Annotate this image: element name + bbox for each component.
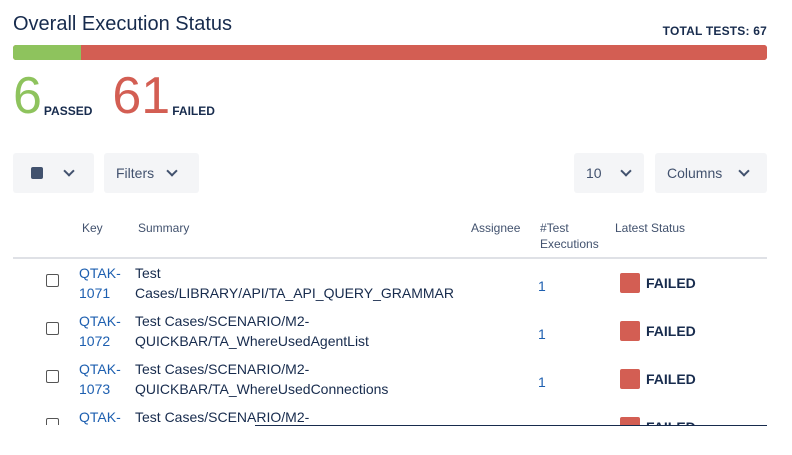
chevron-down-icon [619,165,632,177]
test-executions-link[interactable]: 1 [538,276,546,296]
issue-key-link[interactable]: QTAK- [79,407,123,427]
row-checkbox[interactable] [46,370,59,383]
status-text: FAILED [646,275,696,291]
table-row: QTAK-1071 Test Cases/LIBRARY/API/TA_API_… [0,263,792,311]
select-all-dropdown[interactable] [13,153,94,193]
progress-passed-segment [13,45,81,60]
page-title: Overall Execution Status [13,13,232,35]
status-badge: FAILED [620,321,696,341]
test-executions-link[interactable]: 1 [538,324,546,344]
row-summary: Test Cases/LIBRARY/API/TA_API_QUERY_GRAM… [135,265,454,301]
row-summary: Test Cases/SCENARIO/M2-QUICKBAR/TA_Where… [135,313,369,349]
columns-button[interactable]: Columns [655,153,767,193]
header-divider [13,257,767,259]
column-header-key[interactable]: Key [82,220,103,236]
filters-label: Filters [116,165,155,181]
status-badge: FAILED [620,273,696,293]
table-row: QTAK-1073 Test Cases/SCENARIO/M2-QUICKBA… [0,359,792,407]
row-checkbox[interactable] [46,322,59,335]
filters-button[interactable]: Filters [104,153,199,193]
failed-count: 61 [112,67,171,125]
progress-failed-segment [80,45,767,60]
passed-count: 6 [13,67,42,125]
chevron-down-icon [63,165,75,177]
failed-status-swatch [620,369,640,389]
viewport-crop-mask [0,425,792,437]
checkbox-square-icon [31,167,43,179]
issue-key-link[interactable]: QTAK-1071 [79,263,123,303]
status-text: FAILED [646,323,696,339]
page-size-select[interactable]: 10 [574,153,644,193]
column-header-summary[interactable]: Summary [138,220,189,236]
issue-key-link[interactable]: QTAK-1073 [79,359,123,399]
columns-label: Columns [667,165,723,181]
column-header-executions[interactable]: #Test Executions [540,220,604,252]
row-checkbox[interactable] [46,274,59,287]
issue-key-link[interactable]: QTAK-1072 [79,311,123,351]
failed-label: FAILED [172,104,215,118]
execution-counts: 6 PASSED 61 FAILED [13,70,215,122]
total-tests-label: TOTAL TESTS: 67 [662,24,767,38]
passed-label: PASSED [43,104,93,118]
failed-status-swatch [620,273,640,293]
column-header-assignee[interactable]: Assignee [471,220,520,236]
chevron-down-icon [166,165,178,177]
chevron-down-icon [738,165,750,177]
test-executions-link[interactable]: 1 [538,372,546,392]
row-summary: Test Cases/SCENARIO/M2- [135,409,310,425]
viewport-crop-line [255,425,767,426]
row-summary: Test Cases/SCENARIO/M2-QUICKBAR/TA_Where… [135,361,389,397]
failed-status-swatch [620,321,640,341]
page-size-value: 10 [586,165,602,181]
execution-progress-bar [13,45,767,60]
status-badge: FAILED [620,369,696,389]
column-header-latest-status[interactable]: Latest Status [615,220,685,236]
table-row: QTAK-1072 Test Cases/SCENARIO/M2-QUICKBA… [0,311,792,359]
status-text: FAILED [646,371,696,387]
